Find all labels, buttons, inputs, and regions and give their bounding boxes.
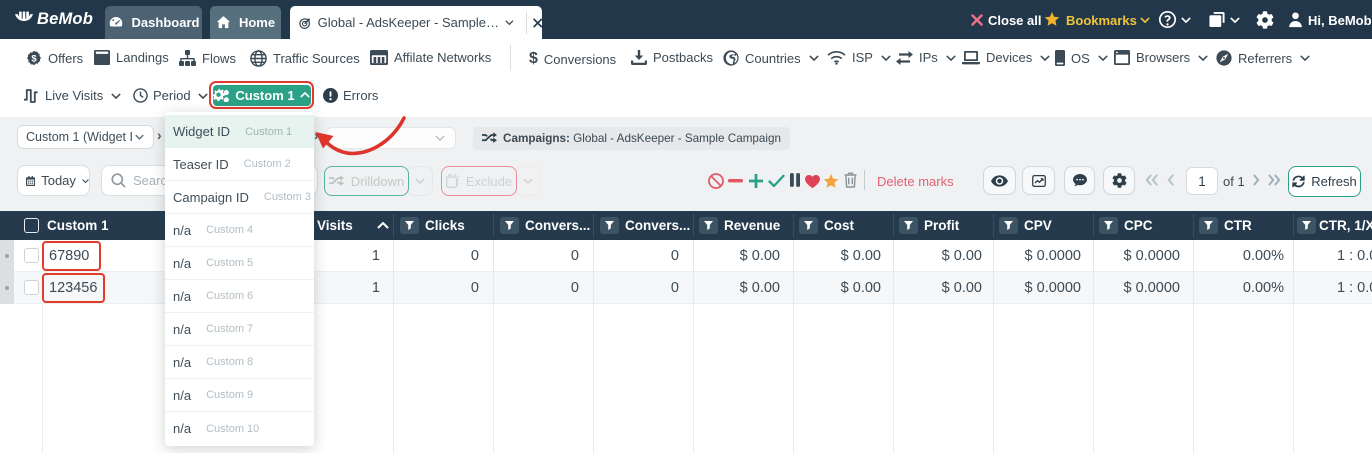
svg-text:$: $ [31, 53, 37, 64]
